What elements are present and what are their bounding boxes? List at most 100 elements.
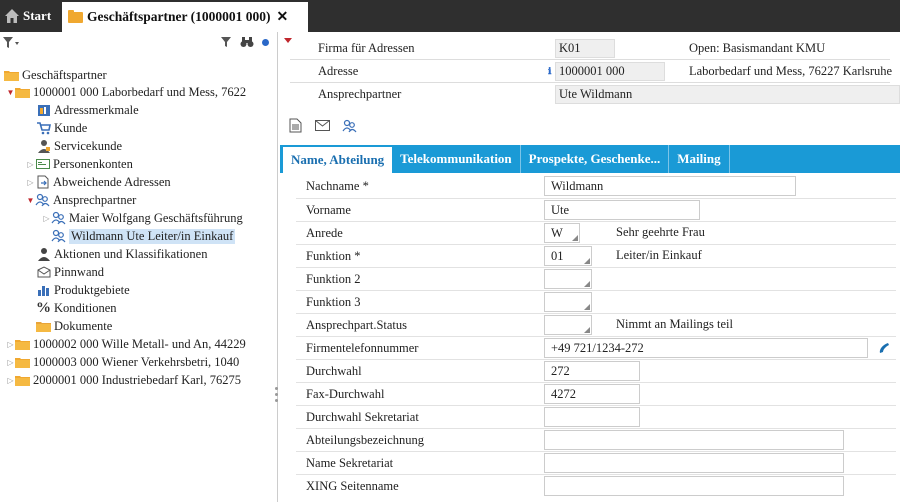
durchwahl-sekretariat-label: Durchwahl Sekretariat [306, 410, 419, 424]
person-icon [36, 247, 51, 261]
durchwahl-sekretariat-field[interactable] [544, 407, 640, 427]
tree-item-dokumente[interactable]: Dokumente [36, 317, 112, 335]
funktion3-select[interactable] [544, 292, 592, 312]
tab-prospekte[interactable]: Prospekte, Geschenke... [521, 145, 670, 173]
folder-icon [15, 373, 30, 387]
binoculars-icon[interactable] [240, 36, 254, 48]
tree-item-servicekunde[interactable]: Servicekunde [36, 137, 122, 155]
contacts-icon [35, 193, 50, 207]
adresse-field[interactable]: 1000001 000 [555, 62, 665, 81]
vorname-label: Vorname [306, 203, 351, 217]
adresse-label: Adresse [318, 64, 359, 78]
abteilung-label: Abteilungsbezeichnung [306, 433, 425, 447]
tree-item-label: Pinnwand [54, 264, 104, 279]
envelope-icon[interactable] [315, 118, 330, 133]
phone-icon[interactable] [876, 339, 894, 357]
tree-root-label: Geschäftspartner [22, 67, 107, 82]
cart-icon [36, 121, 51, 135]
vorname-field[interactable]: Ute [544, 200, 700, 220]
tree-item-produktgebiete[interactable]: Produktgebiete [36, 281, 130, 299]
document-icon[interactable] [288, 118, 303, 133]
ansprechpartner-label: Ansprechpartner [318, 87, 402, 101]
address-features-icon [36, 103, 51, 117]
tree-item-1000002[interactable]: ▷ 1000002 000 Wille Metall- und An, 4422… [6, 335, 246, 353]
tree-item-label: 1000003 000 Wiener Verkehrsbetri, 1040 [33, 354, 240, 369]
tree-item-1000003[interactable]: ▷ 1000003 000 Wiener Verkehrsbetri, 1040 [6, 353, 239, 371]
contacts-icon[interactable] [342, 118, 357, 133]
xing-field[interactable] [544, 476, 844, 496]
tree-item-maier[interactable]: ▷ Maier Wolfgang Geschäftsführung [42, 209, 242, 227]
tree-item-2000001[interactable]: ▷ 2000001 000 Industriebedarf Karl, 7627… [6, 371, 241, 389]
tree-item-ansprechpartner[interactable]: ▼ Ansprechpartner [26, 191, 137, 209]
firma-description: Open: Basismandant KMU [689, 41, 826, 55]
tab-telekommunikation[interactable]: Telekommunikation [392, 145, 521, 173]
funktion2-select[interactable] [544, 269, 592, 289]
expand-icon[interactable]: ▷ [6, 340, 15, 349]
nachname-field[interactable]: Wildmann [544, 176, 796, 196]
tree-item-personenkonten[interactable]: ▷ Personenkonten [26, 155, 132, 173]
row-anrede: Anrede W Sehr geehrte Frau [280, 222, 900, 245]
expand-icon[interactable]: ▷ [6, 376, 15, 385]
tree-item-adressmerkmale[interactable]: Adressmerkmale [36, 101, 139, 119]
tree-root[interactable]: Geschäftspartner [4, 66, 107, 84]
name-sekretariat-field[interactable] [544, 453, 844, 473]
folder-icon [36, 319, 51, 333]
tree-item-label: Ansprechpartner [53, 192, 137, 207]
service-person-icon [36, 139, 51, 153]
tab-start[interactable]: Start [0, 0, 62, 32]
expand-icon[interactable]: ▷ [42, 214, 51, 223]
contact-person-icon [51, 211, 66, 225]
nachname-label: Nachname * [306, 179, 369, 193]
close-icon[interactable]: ✕ [276, 9, 288, 26]
funktion2-label: Funktion 2 [306, 272, 361, 286]
collapse-icon[interactable]: ▼ [26, 196, 35, 205]
tab-mailing[interactable]: Mailing [669, 145, 730, 173]
tree-item-wildmann[interactable]: Wildmann Ute Leiter/in Einkauf [51, 227, 236, 245]
funktion-select[interactable]: 01 [544, 246, 592, 266]
tree-item-kunde[interactable]: Kunde [36, 119, 87, 137]
filter-dropdown-icon[interactable] [2, 36, 20, 50]
tree-item-label: Dokumente [54, 318, 113, 333]
status-select[interactable] [544, 315, 592, 335]
home-icon [5, 9, 19, 23]
status-label: Ansprechpart.Status [306, 318, 408, 332]
row-funktion3: Funktion 3 [280, 291, 900, 314]
ansprechpartner-field[interactable]: Ute Wildmann [555, 85, 900, 104]
firma-field[interactable]: K01 [555, 39, 615, 58]
tab-geschaeftspartner[interactable]: Geschäftspartner (1000001 000) ✕ [62, 2, 308, 32]
collapse-icon[interactable]: ▼ [6, 88, 15, 97]
expand-icon[interactable]: ▷ [26, 160, 35, 169]
tree-toolbar [0, 32, 277, 56]
status-dot-icon [262, 38, 269, 46]
anrede-select[interactable]: W [544, 223, 580, 243]
tree-item-konditionen[interactable]: % Konditionen [36, 299, 117, 317]
tree-item-aktionen[interactable]: Aktionen und Klassifikationen [36, 245, 207, 263]
row-nachname: Nachname * Wildmann [280, 175, 900, 198]
tab-name-abteilung[interactable]: Name, Abteilung [283, 147, 393, 173]
tree-item-1000001[interactable]: ▼ 1000001 000 Laborbedarf und Mess, 7622 [6, 83, 247, 101]
anrede-description: Sehr geehrte Frau [616, 225, 705, 239]
tree-item-pinnwand[interactable]: Pinnwand [36, 263, 104, 281]
tree-item-label: Wildmann Ute Leiter/in Einkauf [69, 228, 236, 244]
expand-icon[interactable]: ▷ [6, 358, 15, 367]
fax-field[interactable]: 4272 [544, 384, 640, 404]
row-abteilung: Abteilungsbezeichnung [280, 429, 900, 452]
splitter-handle[interactable] [275, 387, 278, 413]
firmentelefon-field[interactable]: +49 721/1234-272 [544, 338, 868, 358]
fax-label: Fax-Durchwahl [306, 387, 385, 401]
navigation-tree-pane: Geschäftspartner ▼ 1000001 000 Laborbeda… [0, 32, 278, 502]
tree-item-label: Produktgebiete [54, 282, 130, 297]
tree-item-label: 1000002 000 Wille Metall- und An, 44229 [33, 336, 246, 351]
firma-label: Firma für Adressen [318, 41, 415, 55]
percent-icon: % [36, 299, 51, 316]
tree-item-label: Aktionen und Klassifikationen [54, 246, 208, 261]
folder-icon [4, 68, 19, 82]
expand-icon[interactable]: ▷ [26, 178, 35, 187]
section-tabs: Name, Abteilung Telekommunikation Prospe… [280, 145, 900, 173]
durchwahl-field[interactable]: 272 [544, 361, 640, 381]
tree-item-abweichende-adressen[interactable]: ▷ Abweichende Adressen [26, 173, 171, 191]
info-icon[interactable]: ℹ [548, 66, 551, 77]
tree-item-label: Kunde [54, 120, 88, 135]
abteilung-field[interactable] [544, 430, 844, 450]
filter-icon[interactable] [220, 36, 232, 48]
